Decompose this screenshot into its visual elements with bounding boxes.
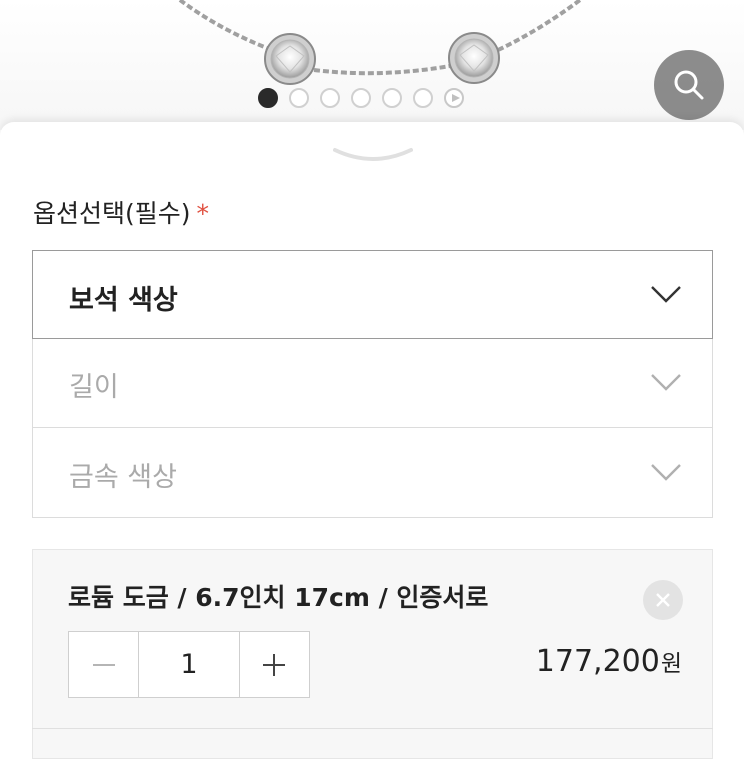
search-icon bbox=[674, 70, 704, 100]
chevron-down-icon bbox=[651, 464, 681, 481]
remove-item-button[interactable] bbox=[643, 580, 683, 620]
pager-dot[interactable] bbox=[382, 88, 402, 108]
plus-icon bbox=[263, 653, 286, 676]
item-price: 177,200원 bbox=[536, 644, 682, 679]
bracelet-image bbox=[178, 0, 582, 85]
select-label: 길이 bbox=[69, 372, 119, 403]
required-mark: * bbox=[196, 199, 210, 228]
quantity-input[interactable]: 1 bbox=[138, 632, 240, 697]
quantity-stepper: 1 bbox=[68, 631, 310, 698]
pager-dot[interactable] bbox=[351, 88, 371, 108]
sheet-collapse-handle-icon[interactable] bbox=[333, 146, 413, 168]
select-metal-color[interactable]: 금속 색상 bbox=[32, 428, 713, 518]
price-currency: 원 bbox=[660, 651, 682, 677]
pager-dot[interactable] bbox=[289, 88, 309, 108]
selected-item-name: 로듐 도금 / 6.7인치 17cm / 인증서로 bbox=[68, 583, 489, 612]
option-title-text: 옵션선택(필수) bbox=[33, 199, 191, 228]
gallery-pager bbox=[258, 88, 464, 108]
pager-dot[interactable] bbox=[320, 88, 340, 108]
pager-dot[interactable] bbox=[413, 88, 433, 108]
chevron-down-icon bbox=[651, 286, 681, 303]
decrease-quantity-button[interactable] bbox=[69, 632, 138, 697]
pager-dot[interactable] bbox=[258, 88, 278, 108]
increase-quantity-button[interactable] bbox=[240, 632, 309, 697]
select-length[interactable]: 길이 bbox=[32, 339, 713, 428]
select-label: 보석 색상 bbox=[69, 285, 178, 316]
minus-icon bbox=[92, 663, 115, 666]
divider bbox=[32, 728, 713, 729]
play-icon[interactable] bbox=[444, 88, 464, 108]
search-button[interactable] bbox=[654, 50, 724, 120]
select-gem-color[interactable]: 보석 색상 bbox=[32, 250, 713, 339]
price-value: 177,200 bbox=[535, 644, 660, 679]
chevron-down-icon bbox=[651, 374, 681, 391]
close-icon bbox=[656, 593, 670, 607]
select-label: 금속 색상 bbox=[69, 462, 177, 493]
option-section-title: 옵션선택(필수) * bbox=[33, 194, 209, 230]
product-image-area[interactable] bbox=[0, 0, 744, 130]
